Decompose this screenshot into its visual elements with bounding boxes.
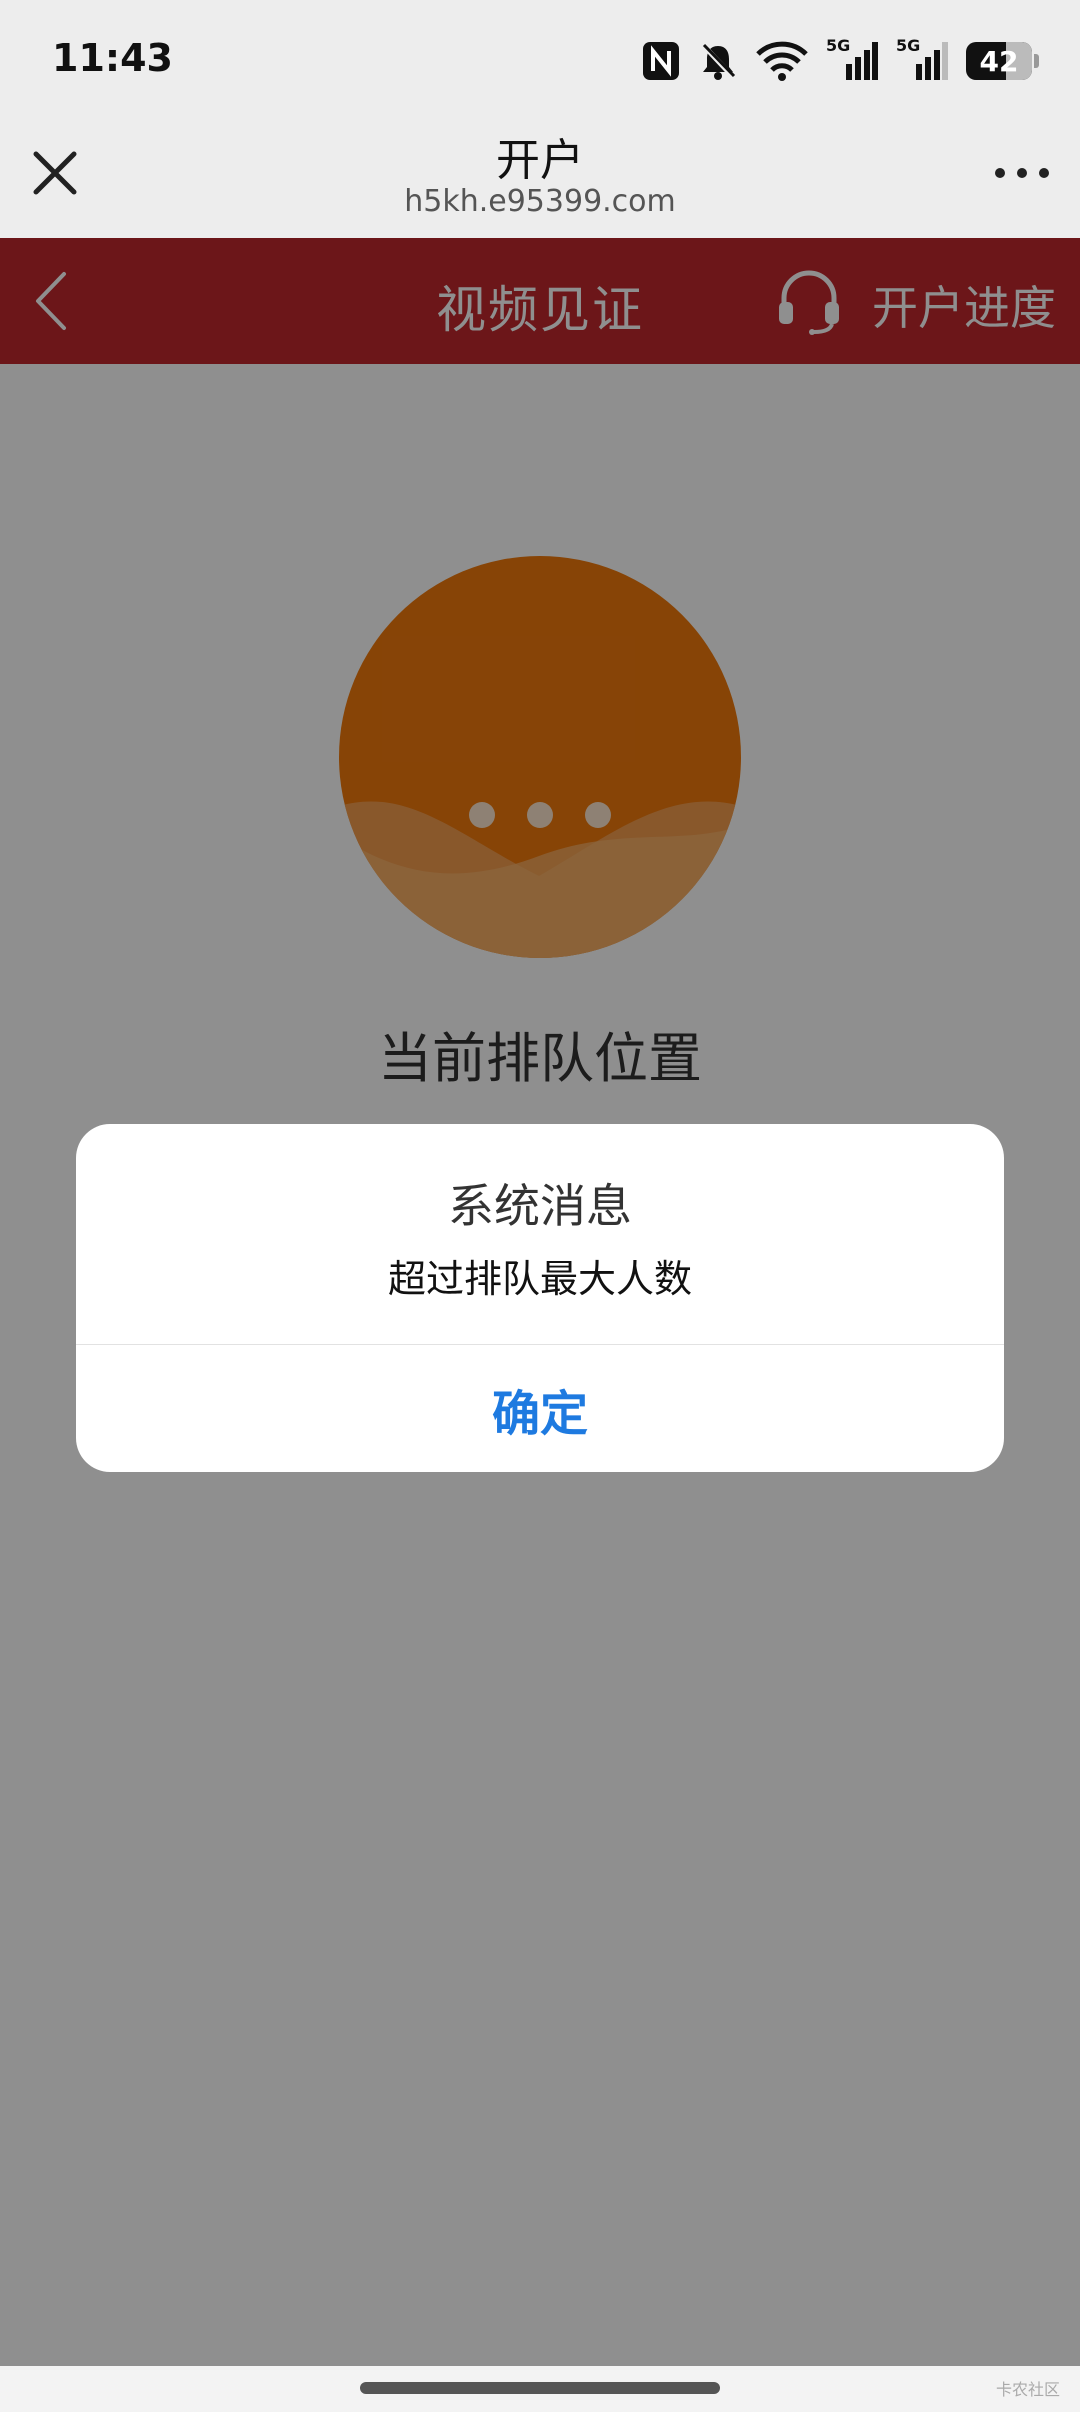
- page-url: h5kh.e95399.com: [404, 184, 676, 219]
- status-bar: 11:43 5G 5G 42: [0, 0, 1080, 118]
- confirm-button[interactable]: 确定: [76, 1346, 1004, 1472]
- more-options-icon[interactable]: [992, 146, 1052, 200]
- watermark: 卡农社区: [995, 2380, 1060, 2399]
- nfc-icon: [643, 42, 679, 80]
- signal-5g-icon: 5G: [826, 36, 878, 82]
- screen: 11:43 5G 5G 42 开户 h5kh.e95399.com 视频见证 开…: [0, 0, 1080, 2412]
- page-title: 开户: [496, 135, 584, 186]
- dialog-title: 系统消息: [448, 1179, 632, 1233]
- dialog-message: 超过排队最大人数: [387, 1257, 692, 1301]
- mute-bell-icon: [701, 43, 736, 80]
- status-icons: 5G 5G 42: [642, 36, 1039, 84]
- battery-icon: 42: [966, 42, 1039, 80]
- system-message-dialog: 系统消息 超过排队最大人数 确定: [76, 1124, 1004, 1472]
- browser-title-bar: 开户 h5kh.e95399.com: [0, 118, 1080, 238]
- dialog-divider: [76, 1344, 1004, 1345]
- battery-level: 42: [979, 44, 1019, 78]
- wifi-icon: [756, 41, 808, 81]
- home-indicator[interactable]: [360, 2382, 720, 2394]
- signal-5g-icon: 5G: [896, 36, 948, 82]
- status-time: 11:43: [52, 36, 173, 80]
- system-nav-bar: 卡农社区: [0, 2366, 1080, 2412]
